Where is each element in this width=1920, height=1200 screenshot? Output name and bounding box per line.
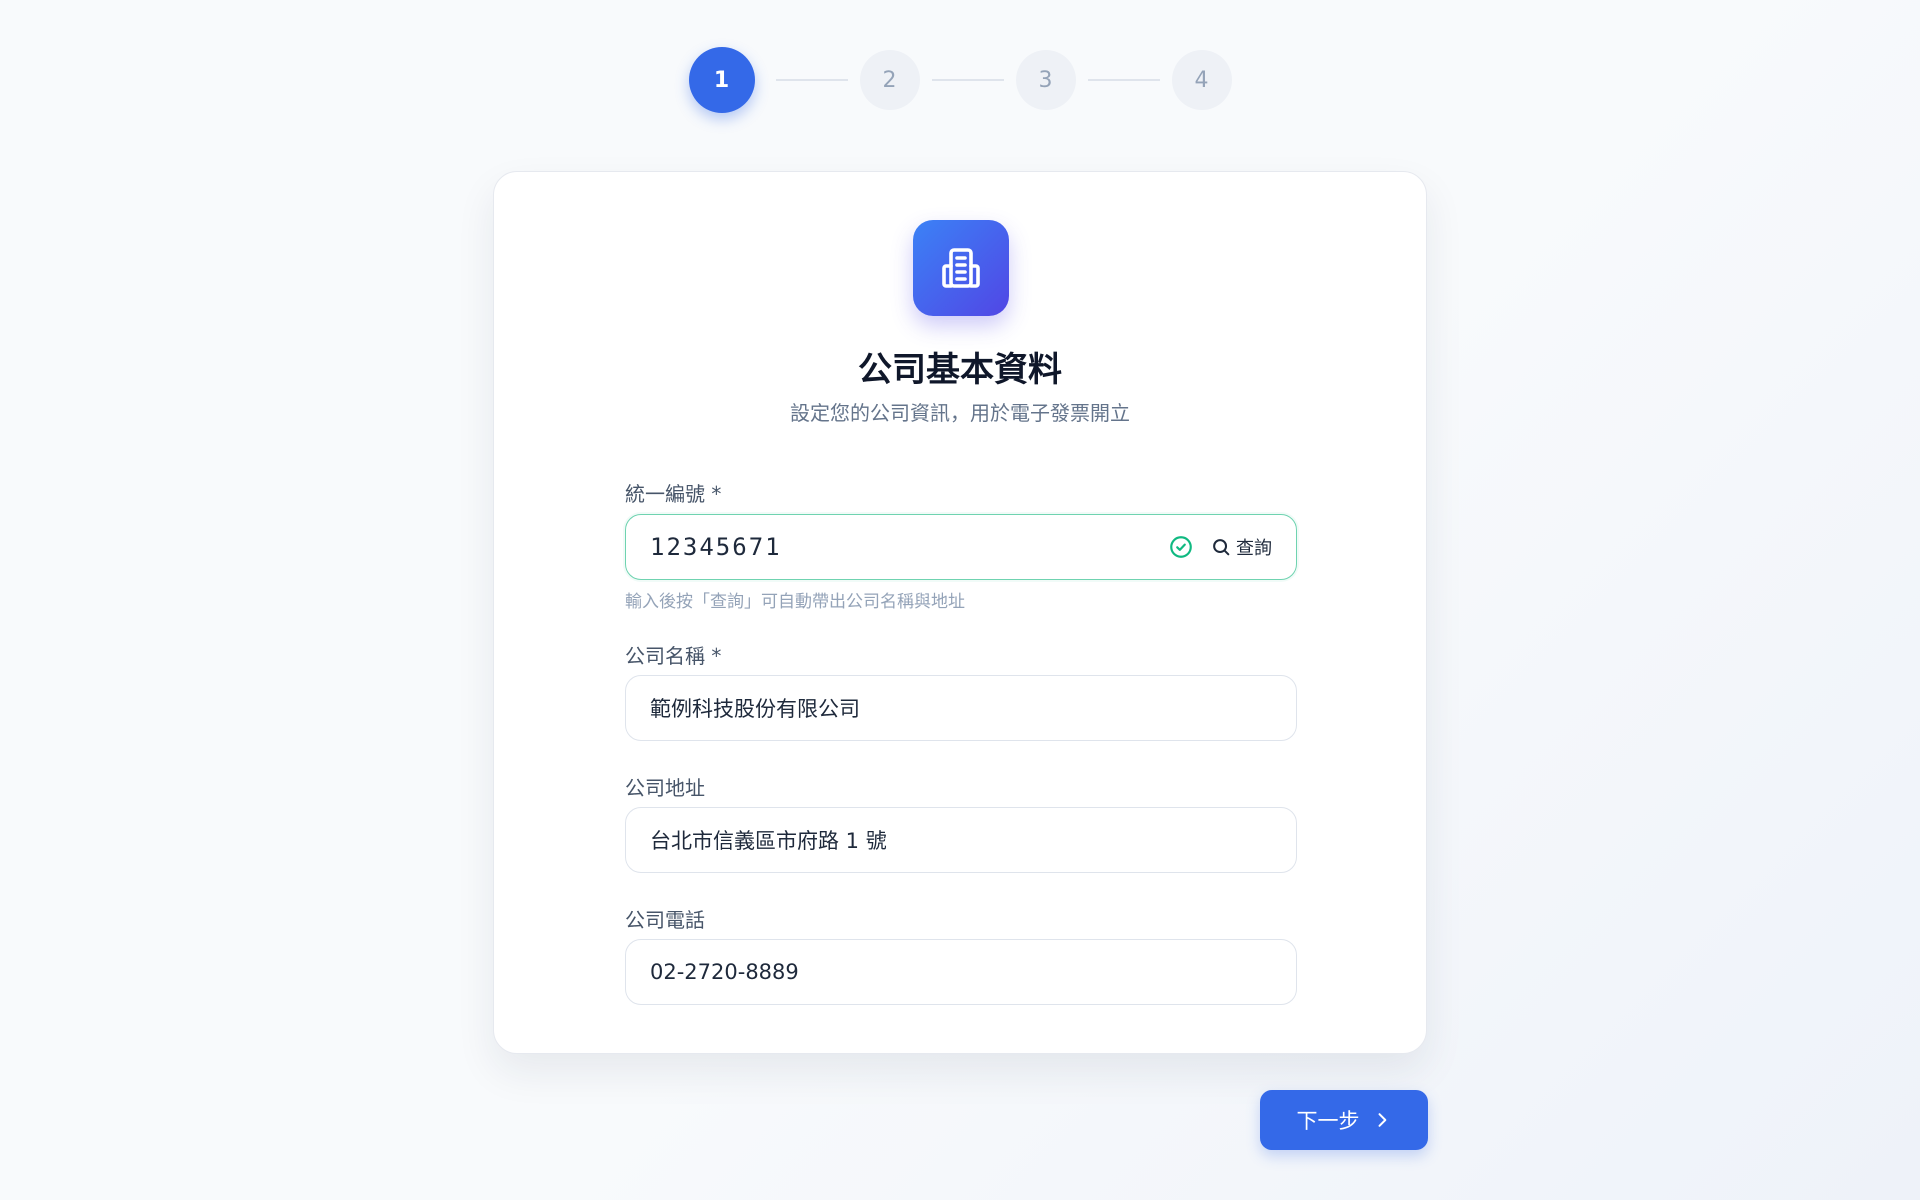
company-address-input[interactable]: 台北市信義區市府路 1 號 xyxy=(650,825,1272,855)
step-connector xyxy=(775,79,848,81)
company-phone-label: 公司電話 xyxy=(625,908,705,932)
step-2[interactable]: 2 xyxy=(859,50,920,110)
company-phone-field[interactable]: 02-2720-8889 xyxy=(625,939,1297,1005)
next-step-label: 下一步 xyxy=(1296,1109,1360,1133)
step-4[interactable]: 4 xyxy=(1171,50,1232,110)
company-info-card: 公司基本資料 設定您的公司資訊，用於電子發票開立 統一編號 * 12345671… xyxy=(493,171,1427,1054)
tax-id-hint: 輸入後按「查詢」可自動帶出公司名稱與地址 xyxy=(625,592,965,612)
company-phone-input[interactable]: 02-2720-8889 xyxy=(650,960,1272,984)
next-step-button[interactable]: 下一步 xyxy=(1260,1090,1428,1150)
search-icon xyxy=(1210,536,1232,558)
tax-id-input[interactable]: 12345671 xyxy=(650,533,1168,561)
tax-id-field[interactable]: 12345671 查詢 xyxy=(625,514,1297,580)
building-icon xyxy=(913,220,1009,316)
page-title: 公司基本資料 xyxy=(858,350,1062,390)
page-subtitle: 設定您的公司資訊，用於電子發票開立 xyxy=(790,401,1130,425)
company-name-field[interactable]: 範例科技股份有限公司 xyxy=(625,675,1297,741)
step-connector xyxy=(1087,79,1160,81)
lookup-label: 查詢 xyxy=(1236,538,1272,559)
step-1[interactable]: 1 xyxy=(688,47,755,113)
stepper: 1 2 3 4 xyxy=(0,47,1920,113)
step-connector xyxy=(931,79,1004,81)
company-address-field[interactable]: 台北市信義區市府路 1 號 xyxy=(625,807,1297,873)
tax-id-label: 統一編號 * xyxy=(625,482,722,506)
step-3[interactable]: 3 xyxy=(1015,50,1076,110)
company-name-label: 公司名稱 * xyxy=(625,644,722,668)
company-name-input[interactable]: 範例科技股份有限公司 xyxy=(650,693,1272,723)
lookup-button[interactable]: 查詢 xyxy=(1210,534,1272,560)
chevron-right-icon xyxy=(1372,1110,1392,1130)
check-circle-icon xyxy=(1168,534,1194,560)
company-address-label: 公司地址 xyxy=(625,776,705,800)
